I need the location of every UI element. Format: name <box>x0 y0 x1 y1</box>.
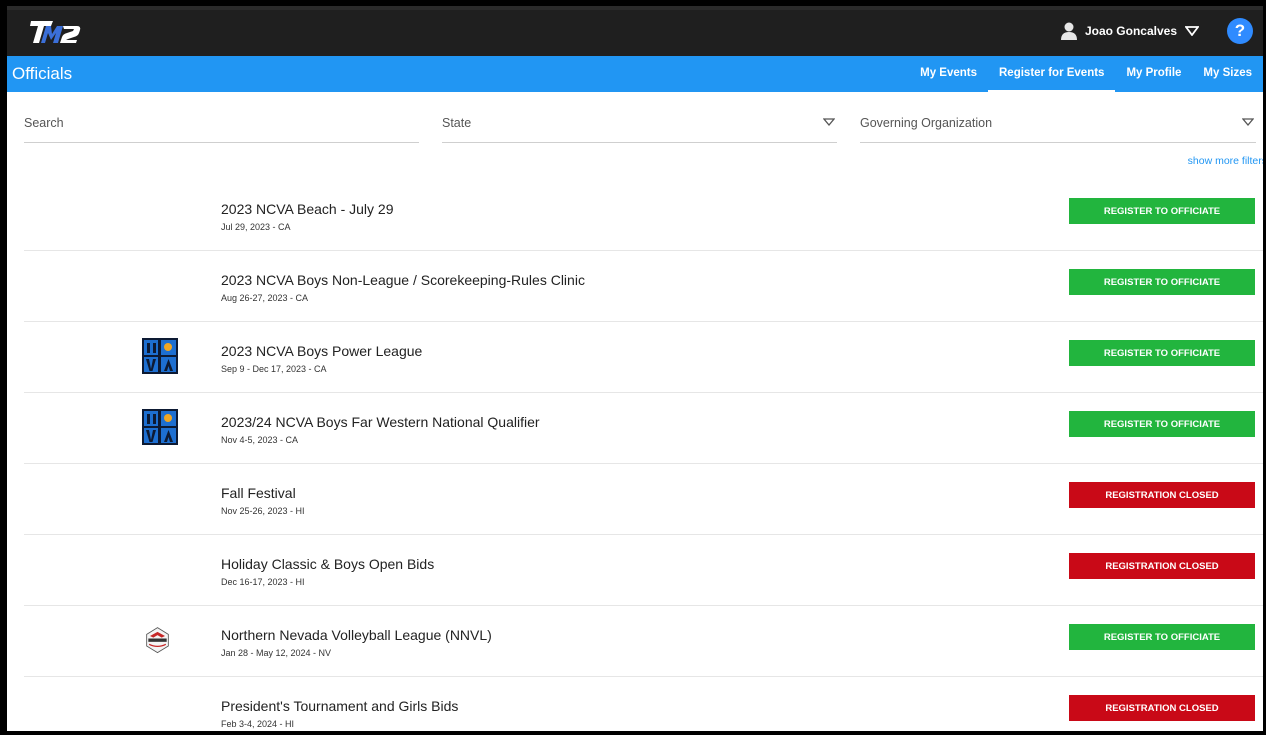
register-to-officiate-button[interactable]: REGISTER TO OFFICIATE <box>1069 624 1255 650</box>
event-row: President's Tournament and Girls Bids Fe… <box>24 677 1263 731</box>
register-to-officiate-button[interactable]: REGISTER TO OFFICIATE <box>1069 269 1255 295</box>
register-to-officiate-button[interactable]: REGISTER TO OFFICIATE <box>1069 411 1255 437</box>
browser-strip <box>7 6 1263 10</box>
event-list: 2023 NCVA Beach - July 29 Jul 29, 2023 -… <box>24 180 1263 731</box>
event-name[interactable]: 2023 NCVA Beach - July 29 <box>221 201 394 217</box>
event-date-location: Jan 28 - May 12, 2024 - NV <box>221 648 332 658</box>
event-date-location: Nov 4-5, 2023 - CA <box>221 435 299 445</box>
tab-my-profile[interactable]: My Profile <box>1115 56 1192 92</box>
event-date-location: Feb 3-4, 2024 - HI <box>221 719 295 729</box>
registration-closed-button[interactable]: REGISTRATION CLOSED <box>1069 553 1255 579</box>
search-label: Search <box>24 116 64 130</box>
event-date-location: Jul 29, 2023 - CA <box>221 222 291 232</box>
help-button[interactable]: ? <box>1227 18 1253 44</box>
event-date-location: Dec 16-17, 2023 - HI <box>221 577 305 587</box>
event-name[interactable]: 2023 NCVA Boys Power League <box>221 343 422 359</box>
register-to-officiate-button[interactable]: REGISTER TO OFFICIATE <box>1069 198 1255 224</box>
governing-org-select[interactable]: Governing Organization <box>860 102 1256 143</box>
tm2-logo-icon[interactable] <box>27 18 83 46</box>
registration-closed-button[interactable]: REGISTRATION CLOSED <box>1069 482 1255 508</box>
event-row: 2023/24 NCVA Boys Far Western National Q… <box>24 393 1263 464</box>
top-bar: Joao Goncalves ? <box>7 6 1263 56</box>
tab-my-events[interactable]: My Events <box>909 56 988 92</box>
chevron-down-icon <box>1185 26 1199 36</box>
show-more-filters-link[interactable]: show more filters <box>1188 155 1263 167</box>
event-row: 2023 NCVA Boys Power League Sep 9 - Dec … <box>24 322 1263 393</box>
page-title: Officials <box>12 64 73 83</box>
user-name: Joao Goncalves <box>1084 24 1177 38</box>
event-name[interactable]: Fall Festival <box>221 485 296 501</box>
event-row: Fall Festival Nov 25-26, 2023 - HI REGIS… <box>24 464 1263 535</box>
nav-links: My Events Register for Events My Profile… <box>909 56 1263 92</box>
event-name[interactable]: President's Tournament and Girls Bids <box>221 698 458 714</box>
event-name[interactable]: Holiday Classic & Boys Open Bids <box>221 556 434 572</box>
chevron-down-icon <box>823 118 835 126</box>
tab-my-sizes[interactable]: My Sizes <box>1192 56 1263 92</box>
tab-register-for-events[interactable]: Register for Events <box>988 56 1116 92</box>
ncva-logo-icon <box>142 409 178 445</box>
event-date-location: Sep 9 - Dec 17, 2023 - CA <box>221 364 327 374</box>
chevron-down-icon <box>1242 118 1254 126</box>
event-row: Holiday Classic & Boys Open Bids Dec 16-… <box>24 535 1263 606</box>
search-input[interactable]: Search <box>24 102 419 143</box>
event-row: Northern Nevada Volleyball League (NNVL)… <box>24 606 1263 677</box>
event-name[interactable]: Northern Nevada Volleyball League (NNVL) <box>221 627 492 643</box>
registration-closed-button[interactable]: REGISTRATION CLOSED <box>1069 695 1255 721</box>
event-date-location: Nov 25-26, 2023 - HI <box>221 506 305 516</box>
event-name[interactable]: 2023 NCVA Boys Non-League / Scorekeeping… <box>221 272 585 288</box>
state-select[interactable]: State <box>442 102 837 143</box>
app-frame: Joao Goncalves ? Officials My Events Reg… <box>7 6 1263 731</box>
nnvl-logo-icon <box>146 627 169 654</box>
register-to-officiate-button[interactable]: REGISTER TO OFFICIATE <box>1069 340 1255 366</box>
ncva-logo-icon <box>142 338 178 374</box>
event-name[interactable]: 2023/24 NCVA Boys Far Western National Q… <box>221 414 540 430</box>
event-date-location: Aug 26-27, 2023 - CA <box>221 293 309 303</box>
nav-bar: Officials My Events Register for Events … <box>7 56 1263 92</box>
event-row: 2023 NCVA Beach - July 29 Jul 29, 2023 -… <box>24 180 1263 251</box>
event-row: 2023 NCVA Boys Non-League / Scorekeeping… <box>24 251 1263 322</box>
governing-org-label: Governing Organization <box>860 116 993 130</box>
user-avatar-icon <box>1060 22 1077 40</box>
state-label: State <box>442 116 472 130</box>
user-menu[interactable]: Joao Goncalves <box>1060 22 1199 40</box>
